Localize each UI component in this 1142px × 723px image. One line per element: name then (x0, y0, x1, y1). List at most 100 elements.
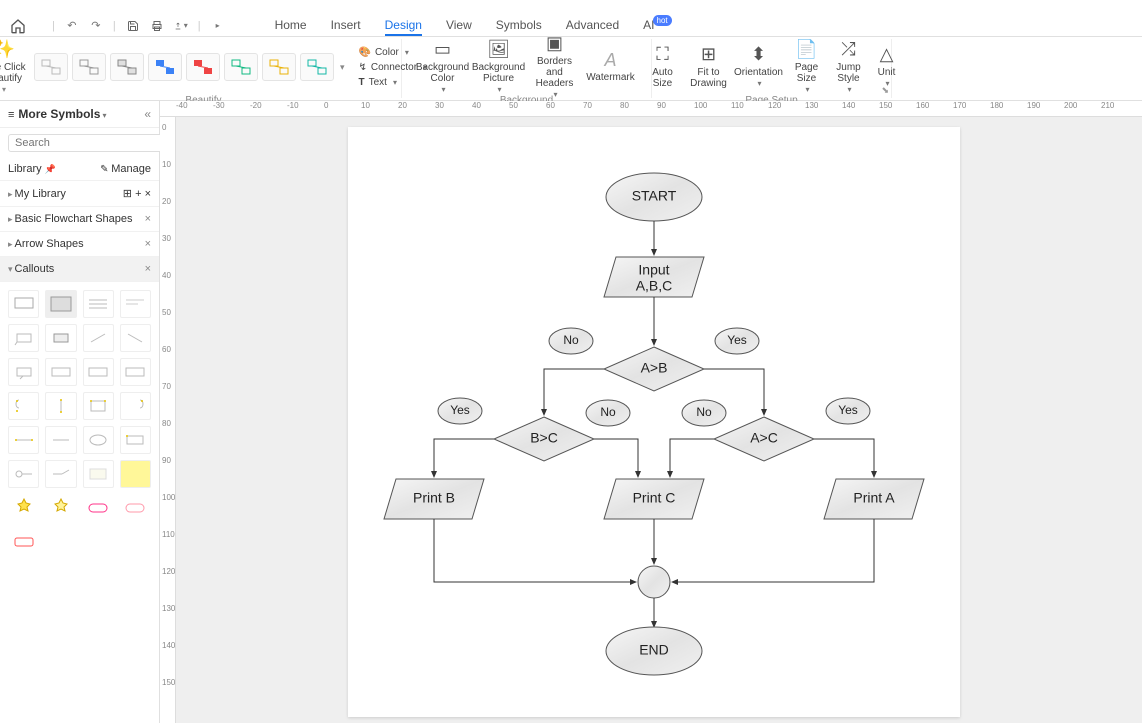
collapse-icon[interactable]: « (144, 107, 151, 121)
lib-basic-flowchart[interactable]: Basic Flowchart Shapes × (0, 207, 159, 232)
callout-shape[interactable] (120, 290, 151, 318)
callout-shape[interactable] (83, 324, 114, 352)
undo-icon[interactable]: ↶ (65, 19, 79, 33)
callout-shape[interactable] (45, 494, 76, 522)
orientation-icon: ⬍ (751, 45, 766, 65)
add-icon[interactable]: ⊞ (123, 188, 132, 200)
callout-shape[interactable] (120, 358, 151, 386)
callout-shape[interactable] (45, 324, 76, 352)
callout-shape[interactable] (83, 392, 114, 420)
borders-headers-button[interactable]: ▣Borders and Headers (529, 39, 581, 95)
theme-thumb-3[interactable] (110, 53, 144, 81)
callout-shape[interactable] (120, 392, 151, 420)
callout-shape[interactable] (45, 290, 76, 318)
callout-shape[interactable] (83, 426, 114, 454)
callout-shape[interactable] (8, 426, 39, 454)
watermark-button[interactable]: AWatermark (585, 39, 637, 95)
theme-more-icon[interactable]: ▾ (338, 62, 347, 73)
callout-shape[interactable] (8, 528, 39, 556)
tab-view[interactable]: View (446, 16, 472, 36)
plus-icon[interactable]: + (135, 188, 141, 200)
connector[interactable] (594, 439, 638, 477)
callout-shape[interactable] (83, 358, 114, 386)
fit-drawing-button[interactable]: ⊞Fit to Drawing (688, 39, 730, 95)
ruler-tick: 0 (324, 101, 328, 110)
ruler-tick: 50 (509, 101, 518, 110)
callout-shape[interactable] (8, 392, 39, 420)
callout-shape[interactable] (120, 494, 151, 522)
theme-thumb-1[interactable] (34, 53, 68, 81)
connector[interactable] (672, 519, 874, 582)
orientation-button[interactable]: ⬍Orientation (734, 39, 784, 95)
callout-shape[interactable] (45, 460, 76, 488)
tab-ai[interactable]: AIhot (643, 16, 671, 36)
callout-shape[interactable] (120, 324, 151, 352)
callout-shape[interactable] (8, 460, 39, 488)
theme-thumb-6[interactable] (224, 53, 258, 81)
ruler-tick: 70 (583, 101, 592, 110)
callout-shape[interactable] (8, 290, 39, 318)
callout-shape[interactable] (8, 358, 39, 386)
one-click-beautify-button[interactable]: ✨ One Click Beautify ▾ (0, 39, 30, 95)
lib-arrow-shapes[interactable]: Arrow Shapes × (0, 232, 159, 257)
no-label: No (563, 333, 579, 347)
callout-shape[interactable] (83, 290, 114, 318)
ruler-tick: 200 (1064, 101, 1077, 110)
ruler-tick: 80 (620, 101, 629, 110)
tab-insert[interactable]: Insert (331, 16, 361, 36)
export-icon[interactable] (174, 19, 188, 33)
connector[interactable] (434, 439, 494, 477)
theme-thumb-8[interactable] (300, 53, 334, 81)
tab-symbols[interactable]: Symbols (496, 16, 542, 36)
canvas-stage[interactable]: START Input A,B,C A>B (176, 117, 1142, 723)
page-size-button[interactable]: 📄Page Size (788, 39, 826, 95)
close-icon[interactable]: × (145, 188, 151, 200)
ruler-tick: 20 (162, 197, 171, 206)
connector[interactable] (814, 439, 874, 477)
more-symbols-title[interactable]: ≡More Symbols (8, 107, 106, 121)
callout-shape[interactable] (8, 494, 39, 522)
callout-shape[interactable] (120, 426, 151, 454)
tab-home[interactable]: Home (275, 16, 307, 36)
picture-icon: 🖼 (487, 40, 510, 60)
lib-callouts[interactable]: Callouts × (0, 257, 159, 282)
merge-node[interactable] (638, 566, 670, 598)
callout-shape[interactable] (45, 392, 76, 420)
bg-picture-button[interactable]: 🖼Background Picture (473, 39, 525, 95)
bg-color-button[interactable]: ▭Background Color (417, 39, 469, 95)
callout-shape[interactable] (120, 460, 151, 488)
no-label: No (696, 405, 712, 419)
jump-style-button[interactable]: ⤮Jump Style (830, 39, 868, 95)
pagesetup-expand-icon[interactable]: ⬊ (881, 85, 889, 96)
callout-shape[interactable] (45, 426, 76, 454)
ruler-tick: 110 (162, 530, 175, 539)
search-input[interactable] (8, 134, 164, 152)
save-icon[interactable] (126, 19, 140, 33)
manage-link[interactable]: ✎ Manage (100, 163, 151, 175)
tab-advanced[interactable]: Advanced (566, 16, 619, 36)
close-icon[interactable]: × (145, 238, 151, 250)
tab-design[interactable]: Design (385, 16, 422, 36)
home-icon[interactable] (8, 16, 28, 36)
connector[interactable] (434, 519, 636, 582)
tabs-row: | ↶ ↷ | | ▸ Home Insert Design View Symb… (0, 15, 1142, 37)
print-icon[interactable] (150, 19, 164, 33)
library-label[interactable]: Library 📌 (8, 163, 56, 175)
close-icon[interactable]: × (145, 263, 151, 275)
redo-icon[interactable]: ↷ (89, 19, 103, 33)
callout-shape[interactable] (83, 460, 114, 488)
connector[interactable] (670, 439, 714, 477)
drawing-page[interactable]: START Input A,B,C A>B (348, 127, 960, 717)
qat-more-icon[interactable]: ▸ (211, 19, 225, 33)
callout-shape[interactable] (8, 324, 39, 352)
theme-thumb-5[interactable] (186, 53, 220, 81)
close-icon[interactable]: × (145, 213, 151, 225)
horizontal-ruler: -40-30-20-100102030405060708090100110120… (160, 101, 1142, 117)
callout-shape[interactable] (45, 358, 76, 386)
theme-thumb-2[interactable] (72, 53, 106, 81)
callout-shape[interactable] (83, 494, 114, 522)
theme-thumb-4[interactable] (148, 53, 182, 81)
auto-size-button[interactable]: ⛶Auto Size (642, 39, 684, 95)
theme-thumb-7[interactable] (262, 53, 296, 81)
lib-my-library[interactable]: My Library ⊞ + × (0, 181, 159, 207)
